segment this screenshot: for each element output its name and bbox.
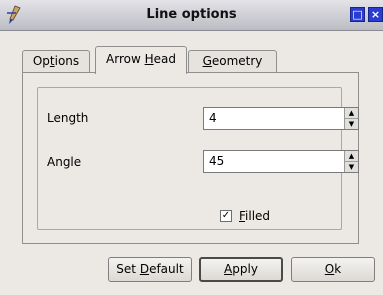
angle-spin-arrows: ▲ ▼ [344,151,358,172]
tab-geometry[interactable]: Geometry [188,50,277,72]
length-label: Length [47,111,89,125]
tab-arrow-head[interactable]: Arrow Head [95,46,187,74]
ok-button[interactable]: Ok [291,257,375,282]
arrow-head-group: Length 4 ▲ ▼ Angle 45 ▲ ▼ ✓ Filled [37,87,359,230]
maximize-button[interactable]: □ [350,7,365,22]
filled-label[interactable]: Filled [239,209,270,223]
length-spin-arrows: ▲ ▼ [344,108,358,129]
angle-increment-button[interactable]: ▲ [345,151,358,162]
angle-spinbox[interactable]: 45 ▲ ▼ [203,150,359,173]
angle-decrement-button[interactable]: ▼ [345,162,358,172]
apply-button[interactable]: Apply [199,257,283,282]
angle-value: 45 [209,154,225,168]
length-spinbox[interactable]: 4 ▲ ▼ [203,107,359,130]
set-default-button[interactable]: Set Default [108,257,192,282]
title-bar[interactable]: Line options □ × [0,0,383,31]
tab-options[interactable]: Options [22,50,90,72]
close-button[interactable]: × [368,7,383,22]
filled-checkbox[interactable]: ✓ [220,210,232,222]
length-decrement-button[interactable]: ▼ [345,119,358,129]
tab-panel: Length 4 ▲ ▼ Angle 45 ▲ ▼ ✓ Filled [22,72,359,244]
window-title: Line options [146,7,237,22]
length-increment-button[interactable]: ▲ [345,108,358,119]
length-value: 4 [209,111,217,125]
angle-label: Angle [47,155,82,169]
